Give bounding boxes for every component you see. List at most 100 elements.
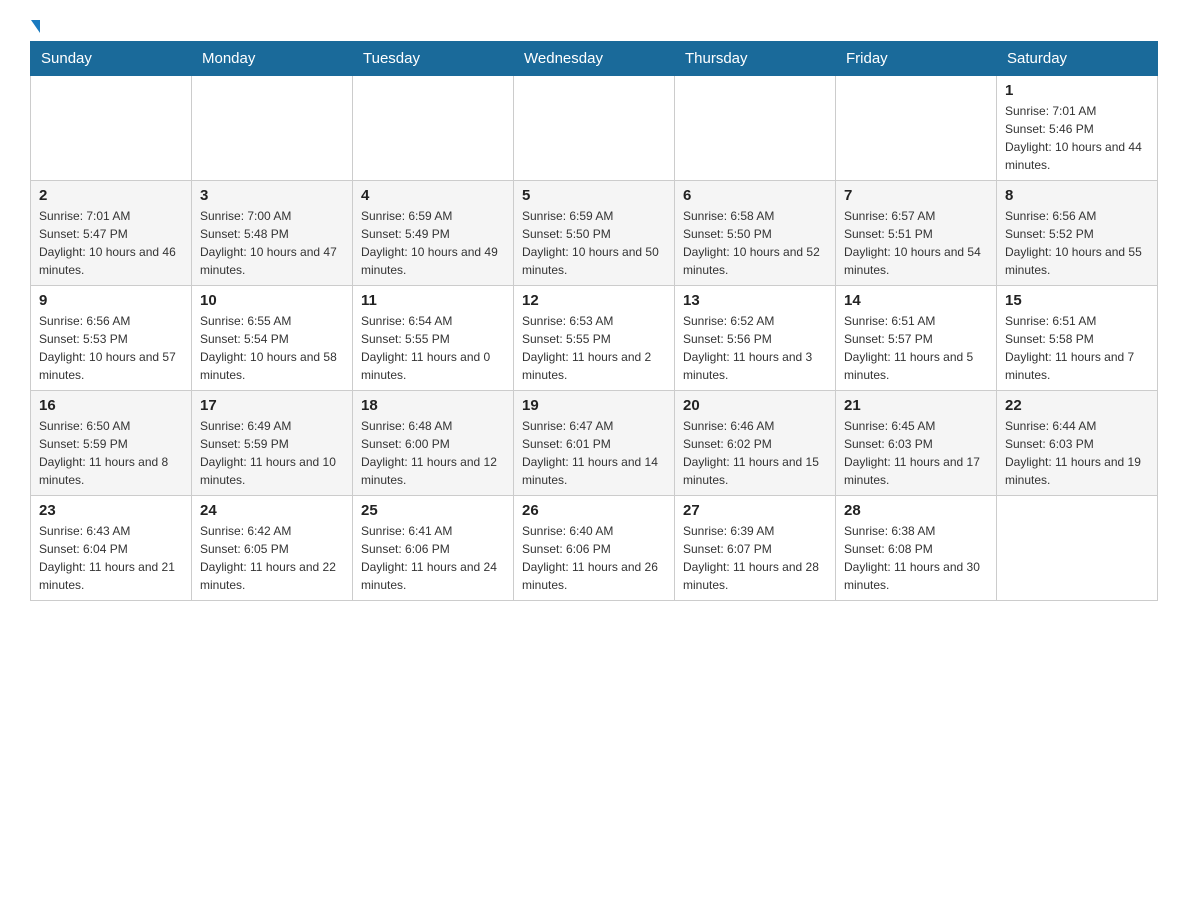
calendar-cell: 21 Sunrise: 6:45 AMSunset: 6:03 PMDayligh… [836, 391, 997, 496]
day-number: 21 [844, 397, 988, 414]
calendar-cell: 18 Sunrise: 6:48 AMSunset: 6:00 PMDayligh… [353, 391, 514, 496]
calendar-cell: 14 Sunrise: 6:51 AMSunset: 5:57 PMDayligh… [836, 286, 997, 391]
day-info: Sunrise: 7:01 AMSunset: 5:46 PMDaylight:… [1005, 102, 1149, 174]
day-number: 1 [1005, 82, 1149, 99]
weekday-header-saturday: Saturday [997, 42, 1158, 76]
day-info: Sunrise: 6:38 AMSunset: 6:08 PMDaylight:… [844, 522, 988, 594]
calendar-cell: 25 Sunrise: 6:41 AMSunset: 6:06 PMDayligh… [353, 496, 514, 601]
day-number: 8 [1005, 187, 1149, 204]
day-number: 16 [39, 397, 183, 414]
logo [30, 20, 40, 31]
calendar-cell [192, 76, 353, 181]
day-info: Sunrise: 6:57 AMSunset: 5:51 PMDaylight:… [844, 207, 988, 279]
calendar-cell: 7 Sunrise: 6:57 AMSunset: 5:51 PMDaylight… [836, 181, 997, 286]
day-number: 28 [844, 502, 988, 519]
day-number: 3 [200, 187, 344, 204]
day-info: Sunrise: 6:46 AMSunset: 6:02 PMDaylight:… [683, 417, 827, 489]
calendar-cell: 11 Sunrise: 6:54 AMSunset: 5:55 PMDayligh… [353, 286, 514, 391]
day-info: Sunrise: 6:56 AMSunset: 5:53 PMDaylight:… [39, 312, 183, 384]
day-info: Sunrise: 7:00 AMSunset: 5:48 PMDaylight:… [200, 207, 344, 279]
day-number: 11 [361, 292, 505, 309]
day-info: Sunrise: 6:50 AMSunset: 5:59 PMDaylight:… [39, 417, 183, 489]
day-info: Sunrise: 7:01 AMSunset: 5:47 PMDaylight:… [39, 207, 183, 279]
day-number: 25 [361, 502, 505, 519]
day-number: 10 [200, 292, 344, 309]
calendar-week-row: 2 Sunrise: 7:01 AMSunset: 5:47 PMDaylight… [31, 181, 1158, 286]
day-info: Sunrise: 6:45 AMSunset: 6:03 PMDaylight:… [844, 417, 988, 489]
calendar-week-row: 1 Sunrise: 7:01 AMSunset: 5:46 PMDaylight… [31, 76, 1158, 181]
calendar-cell: 3 Sunrise: 7:00 AMSunset: 5:48 PMDaylight… [192, 181, 353, 286]
calendar-cell: 6 Sunrise: 6:58 AMSunset: 5:50 PMDaylight… [675, 181, 836, 286]
day-number: 5 [522, 187, 666, 204]
day-info: Sunrise: 6:56 AMSunset: 5:52 PMDaylight:… [1005, 207, 1149, 279]
calendar-cell: 1 Sunrise: 7:01 AMSunset: 5:46 PMDaylight… [997, 76, 1158, 181]
weekday-header-monday: Monday [192, 42, 353, 76]
day-number: 18 [361, 397, 505, 414]
calendar-cell [514, 76, 675, 181]
calendar-cell: 5 Sunrise: 6:59 AMSunset: 5:50 PMDaylight… [514, 181, 675, 286]
calendar-cell: 10 Sunrise: 6:55 AMSunset: 5:54 PMDayligh… [192, 286, 353, 391]
calendar-cell: 22 Sunrise: 6:44 AMSunset: 6:03 PMDayligh… [997, 391, 1158, 496]
day-info: Sunrise: 6:41 AMSunset: 6:06 PMDaylight:… [361, 522, 505, 594]
day-number: 9 [39, 292, 183, 309]
calendar-cell: 16 Sunrise: 6:50 AMSunset: 5:59 PMDayligh… [31, 391, 192, 496]
calendar-cell [836, 76, 997, 181]
calendar-cell: 20 Sunrise: 6:46 AMSunset: 6:02 PMDayligh… [675, 391, 836, 496]
day-number: 22 [1005, 397, 1149, 414]
day-info: Sunrise: 6:44 AMSunset: 6:03 PMDaylight:… [1005, 417, 1149, 489]
day-info: Sunrise: 6:48 AMSunset: 6:00 PMDaylight:… [361, 417, 505, 489]
calendar-week-row: 9 Sunrise: 6:56 AMSunset: 5:53 PMDaylight… [31, 286, 1158, 391]
day-info: Sunrise: 6:49 AMSunset: 5:59 PMDaylight:… [200, 417, 344, 489]
calendar-cell: 24 Sunrise: 6:42 AMSunset: 6:05 PMDayligh… [192, 496, 353, 601]
calendar-cell [675, 76, 836, 181]
calendar-cell: 28 Sunrise: 6:38 AMSunset: 6:08 PMDayligh… [836, 496, 997, 601]
calendar-cell: 13 Sunrise: 6:52 AMSunset: 5:56 PMDayligh… [675, 286, 836, 391]
day-number: 13 [683, 292, 827, 309]
calendar-cell: 23 Sunrise: 6:43 AMSunset: 6:04 PMDayligh… [31, 496, 192, 601]
calendar-cell [997, 496, 1158, 601]
weekday-header-friday: Friday [836, 42, 997, 76]
day-info: Sunrise: 6:51 AMSunset: 5:58 PMDaylight:… [1005, 312, 1149, 384]
calendar-cell: 9 Sunrise: 6:56 AMSunset: 5:53 PMDaylight… [31, 286, 192, 391]
day-number: 24 [200, 502, 344, 519]
day-info: Sunrise: 6:54 AMSunset: 5:55 PMDaylight:… [361, 312, 505, 384]
calendar-cell: 2 Sunrise: 7:01 AMSunset: 5:47 PMDaylight… [31, 181, 192, 286]
day-info: Sunrise: 6:42 AMSunset: 6:05 PMDaylight:… [200, 522, 344, 594]
day-number: 27 [683, 502, 827, 519]
day-number: 17 [200, 397, 344, 414]
day-number: 20 [683, 397, 827, 414]
day-info: Sunrise: 6:43 AMSunset: 6:04 PMDaylight:… [39, 522, 183, 594]
calendar-cell: 27 Sunrise: 6:39 AMSunset: 6:07 PMDayligh… [675, 496, 836, 601]
day-info: Sunrise: 6:58 AMSunset: 5:50 PMDaylight:… [683, 207, 827, 279]
day-info: Sunrise: 6:47 AMSunset: 6:01 PMDaylight:… [522, 417, 666, 489]
calendar-cell: 26Sunrise: 6:40 AMSunset: 6:06 PMDayligh… [514, 496, 675, 601]
calendar-week-row: 23 Sunrise: 6:43 AMSunset: 6:04 PMDayligh… [31, 496, 1158, 601]
day-number: 12 [522, 292, 666, 309]
calendar-week-row: 16 Sunrise: 6:50 AMSunset: 5:59 PMDayligh… [31, 391, 1158, 496]
calendar-cell: 12Sunrise: 6:53 AMSunset: 5:55 PMDayligh… [514, 286, 675, 391]
calendar-cell: 19Sunrise: 6:47 AMSunset: 6:01 PMDayligh… [514, 391, 675, 496]
day-number: 26 [522, 502, 666, 519]
day-info: Sunrise: 6:51 AMSunset: 5:57 PMDaylight:… [844, 312, 988, 384]
day-number: 4 [361, 187, 505, 204]
day-info: Sunrise: 6:52 AMSunset: 5:56 PMDaylight:… [683, 312, 827, 384]
weekday-header-sunday: Sunday [31, 42, 192, 76]
calendar-table: SundayMondayTuesdayWednesdayThursdayFrid… [30, 41, 1158, 601]
calendar-cell: 4 Sunrise: 6:59 AMSunset: 5:49 PMDaylight… [353, 181, 514, 286]
day-info: Sunrise: 6:39 AMSunset: 6:07 PMDaylight:… [683, 522, 827, 594]
weekday-header-thursday: Thursday [675, 42, 836, 76]
weekday-header-row: SundayMondayTuesdayWednesdayThursdayFrid… [31, 42, 1158, 76]
calendar-cell: 8 Sunrise: 6:56 AMSunset: 5:52 PMDaylight… [997, 181, 1158, 286]
day-info: Sunrise: 6:55 AMSunset: 5:54 PMDaylight:… [200, 312, 344, 384]
day-number: 7 [844, 187, 988, 204]
weekday-header-tuesday: Tuesday [353, 42, 514, 76]
day-info: Sunrise: 6:59 AMSunset: 5:49 PMDaylight:… [361, 207, 505, 279]
day-number: 2 [39, 187, 183, 204]
calendar-cell [353, 76, 514, 181]
logo-triangle-icon [31, 20, 40, 33]
day-number: 6 [683, 187, 827, 204]
day-number: 14 [844, 292, 988, 309]
day-info: Sunrise: 6:59 AMSunset: 5:50 PMDaylight:… [522, 207, 666, 279]
day-number: 23 [39, 502, 183, 519]
weekday-header-wednesday: Wednesday [514, 42, 675, 76]
